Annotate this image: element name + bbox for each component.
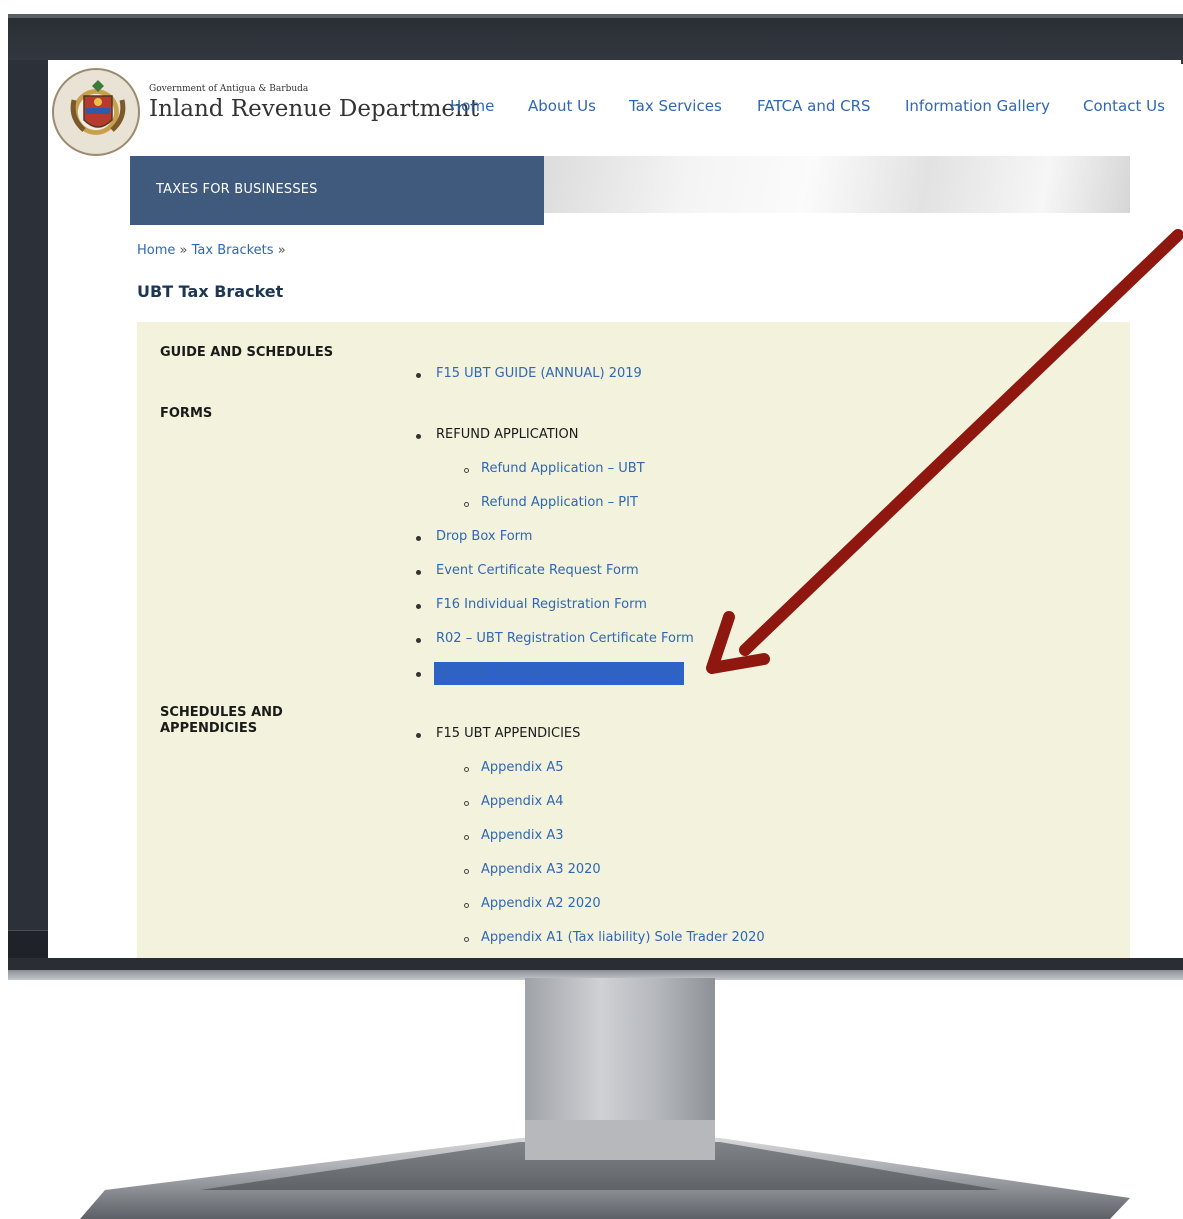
breadcrumb-separator: » xyxy=(277,243,286,258)
bullet xyxy=(416,570,421,575)
breadcrumb: Home » Tax Brackets » xyxy=(137,243,286,258)
sub-bullet xyxy=(464,869,469,874)
link-refund-ubt[interactable]: Refund Application – UBT xyxy=(481,461,645,476)
link-drop-box-form[interactable]: Drop Box Form xyxy=(436,529,532,544)
department-logo[interactable] xyxy=(52,68,140,156)
section-banner: TAXES FOR BUSINESSES xyxy=(130,156,544,225)
nav-fatca-crs[interactable]: FATCA and CRS xyxy=(757,97,871,115)
site-title[interactable]: Inland Revenue Department xyxy=(149,96,479,122)
bullet xyxy=(416,434,421,439)
sub-bullet xyxy=(464,468,469,473)
bullet xyxy=(416,733,421,738)
link-f15-ubt-guide[interactable]: F15 UBT GUIDE (ANNUAL) 2019 xyxy=(436,366,642,381)
bullet xyxy=(416,536,421,541)
link-appendix-a1-sole-trader[interactable]: Appendix A1 (Tax liability) Sole Trader … xyxy=(481,930,765,945)
link-ubt001-enterprise-form[interactable]: UBT 001 Enterprise Registration Form xyxy=(434,662,684,685)
banner-image xyxy=(544,156,1130,213)
page-title: UBT Tax Bracket xyxy=(137,282,284,301)
browser-screen: Government of Antigua & Barbuda Inland R… xyxy=(48,60,1181,958)
nav-home[interactable]: Home xyxy=(450,97,494,115)
section-label-schedules: SCHEDULES AND APPENDICIES xyxy=(160,705,283,737)
sub-bullet xyxy=(464,835,469,840)
nav-about-us[interactable]: About Us xyxy=(528,97,596,115)
section-label-guide: GUIDE AND SCHEDULES xyxy=(160,345,334,360)
link-appendix-a3[interactable]: Appendix A3 xyxy=(481,828,564,843)
bullet xyxy=(416,672,421,677)
link-appendix-a3-2020[interactable]: Appendix A3 2020 xyxy=(481,862,601,877)
breadcrumb-separator: » xyxy=(179,243,188,258)
monitor-bezel-left xyxy=(8,60,48,930)
bullet xyxy=(416,638,421,643)
sub-bullet xyxy=(464,903,469,908)
sub-bullet xyxy=(464,801,469,806)
nav-information-gallery[interactable]: Information Gallery xyxy=(905,97,1050,115)
nav-tax-services[interactable]: Tax Services xyxy=(629,97,722,115)
link-event-certificate-form[interactable]: Event Certificate Request Form xyxy=(436,563,639,578)
link-appendix-a2-2020[interactable]: Appendix A2 2020 xyxy=(481,896,601,911)
banner-label: TAXES FOR BUSINESSES xyxy=(156,182,318,197)
link-r02-certificate-form[interactable]: R02 – UBT Registration Certificate Form xyxy=(436,631,694,646)
bullet xyxy=(416,604,421,609)
sub-bullet xyxy=(464,937,469,942)
sub-bullet xyxy=(464,767,469,772)
content-panel: GUIDE AND SCHEDULES F15 UBT GUIDE (ANNUA… xyxy=(137,322,1130,958)
link-f16-registration-form[interactable]: F16 Individual Registration Form xyxy=(436,597,647,612)
refund-application-heading: REFUND APPLICATION xyxy=(436,427,579,442)
nav-contact-us[interactable]: Contact Us xyxy=(1083,97,1165,115)
section-label-line: SCHEDULES AND xyxy=(160,705,283,720)
f15-appendicies-heading: F15 UBT APPENDICIES xyxy=(436,726,581,741)
coat-of-arms-icon xyxy=(70,80,126,132)
breadcrumb-home[interactable]: Home xyxy=(137,243,175,258)
link-appendix-a4[interactable]: Appendix A4 xyxy=(481,794,564,809)
link-appendix-a5[interactable]: Appendix A5 xyxy=(481,760,564,775)
section-label-line: APPENDICIES xyxy=(160,721,258,736)
section-label-forms: FORMS xyxy=(160,406,213,421)
bullet xyxy=(416,373,421,378)
government-subtitle: Government of Antigua & Barbuda xyxy=(149,84,309,94)
breadcrumb-tax-brackets[interactable]: Tax Brackets xyxy=(192,243,274,258)
monitor-bezel-top xyxy=(8,14,1183,64)
sub-bullet xyxy=(464,502,469,507)
link-refund-pit[interactable]: Refund Application – PIT xyxy=(481,495,638,510)
